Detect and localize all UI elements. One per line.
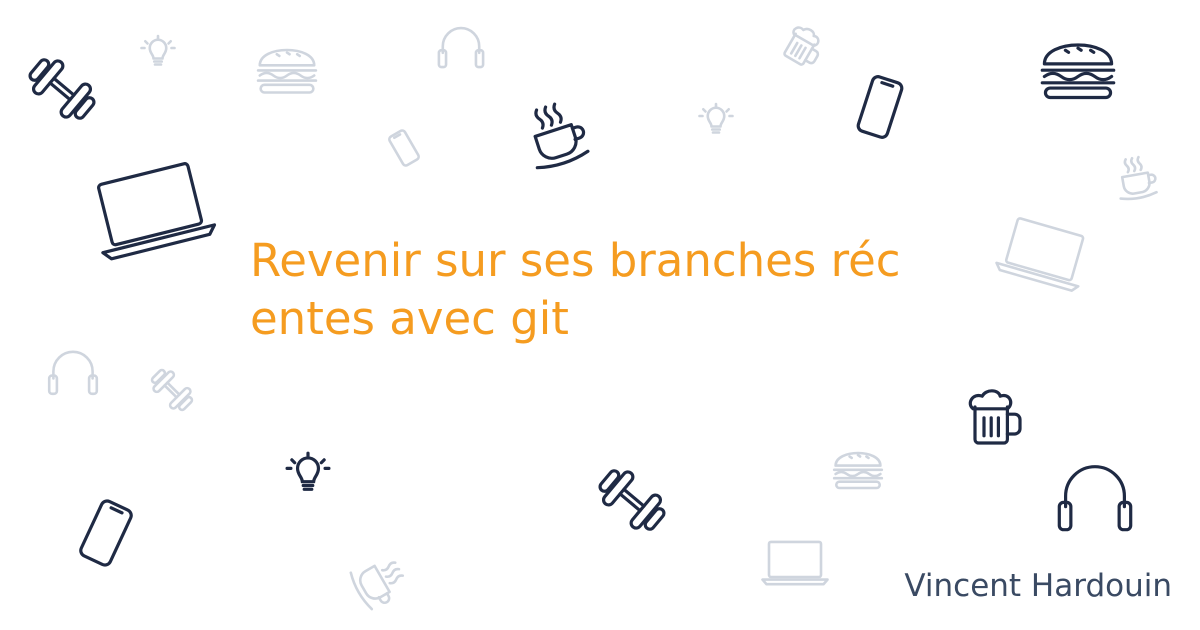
beer-mug-icon [968, 389, 1022, 445]
laptop-icon [761, 540, 829, 586]
coffee-cup-icon [349, 561, 405, 611]
burger-icon [256, 48, 318, 94]
lightbulb-icon [140, 34, 176, 66]
coffee-cup-icon [1119, 155, 1158, 201]
headphones-icon [47, 350, 99, 396]
laptop-icon [995, 217, 1085, 292]
burger-icon [1040, 43, 1116, 100]
headphones-icon [437, 26, 485, 69]
lightbulb-icon [698, 102, 734, 134]
smartphone-icon [856, 75, 904, 139]
author-name: Vincent Hardouin [904, 568, 1172, 604]
coffee-cup-icon [533, 102, 590, 170]
smartphone-icon [79, 499, 133, 567]
lightbulb-icon [285, 451, 331, 491]
dumbbell-icon [150, 368, 194, 412]
post-title: Revenir sur ses branches récentes avec g… [250, 234, 901, 345]
headphones-icon [1057, 465, 1133, 532]
blog-post-banner: Revenir sur ses branches récentes avec g… [0, 0, 1200, 630]
smartphone-icon [388, 129, 420, 167]
burger-icon [832, 451, 884, 490]
beer-mug-icon [783, 26, 820, 66]
dumbbell-icon [28, 58, 96, 120]
laptop-icon [97, 162, 217, 261]
dumbbell-icon [598, 469, 666, 531]
